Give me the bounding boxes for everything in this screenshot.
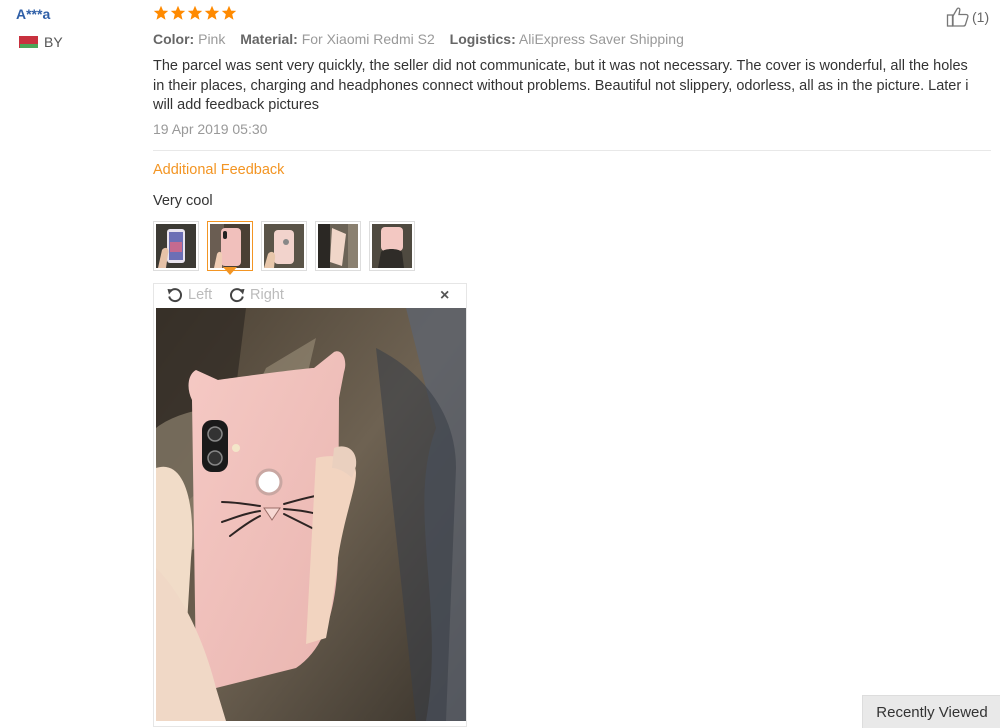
rotate-left-button[interactable]: Left <box>166 286 212 304</box>
feedback-thumbnail-selected[interactable] <box>207 221 253 271</box>
review-text: The parcel was sent very quickly, the se… <box>153 58 969 113</box>
rotate-right-label: Right <box>250 287 284 303</box>
star-icon <box>170 5 186 20</box>
phone-in-hand-photo <box>156 224 196 268</box>
case-back-photo <box>264 224 304 268</box>
feedback-thumbnail[interactable] <box>261 221 307 271</box>
divider <box>153 150 991 151</box>
rotate-left-icon <box>167 288 183 303</box>
reviewer-country: BY <box>16 34 63 50</box>
feedback-thumbnails <box>153 221 415 271</box>
feedback-thumbnail[interactable] <box>153 221 199 271</box>
rotate-right-button[interactable]: Right <box>228 286 284 304</box>
image-viewer: Left Right × <box>153 283 467 727</box>
star-icon <box>153 5 169 20</box>
helpful-button[interactable]: (1) <box>946 6 989 28</box>
star-icon <box>221 5 237 20</box>
feedback-thumbnail[interactable] <box>369 221 415 271</box>
feedback-photo <box>156 308 466 721</box>
additional-feedback-heading: Additional Feedback <box>153 162 285 178</box>
image-viewer-toolbar: Left Right × <box>154 284 466 308</box>
rotate-right-icon <box>229 288 245 303</box>
belarus-flag-icon <box>16 36 38 48</box>
order-attributes: Color: Pink Material: For Xiaomi Redmi S… <box>153 31 695 47</box>
close-viewer-button[interactable]: × <box>440 287 449 305</box>
case-side-photo <box>318 224 358 268</box>
additional-feedback-text: Very cool <box>153 193 213 209</box>
attribute-color: Color: Pink <box>153 31 226 47</box>
star-icon <box>187 5 203 20</box>
thumbs-up-icon <box>946 7 969 27</box>
helpful-count: (1) <box>972 9 990 25</box>
feedback-thumbnail[interactable] <box>315 221 361 271</box>
country-code: BY <box>44 34 63 50</box>
case-in-hand-photo <box>372 224 412 268</box>
star-icon <box>204 5 220 20</box>
star-rating <box>153 5 237 21</box>
selected-thumbnail-pointer <box>223 267 237 275</box>
reviewer-name: A***a <box>16 6 51 22</box>
attribute-logistics: Logistics: AliExpress Saver Shipping <box>449 31 684 47</box>
recently-viewed-tab[interactable]: Recently Viewed <box>862 695 1000 728</box>
review-date: 19 Apr 2019 05:30 <box>153 121 268 137</box>
rotate-left-label: Left <box>188 287 213 303</box>
pink-cat-phone-case-photo <box>156 308 466 721</box>
pink-case-photo <box>210 224 250 268</box>
attribute-material: Material: For Xiaomi Redmi S2 <box>240 31 435 47</box>
